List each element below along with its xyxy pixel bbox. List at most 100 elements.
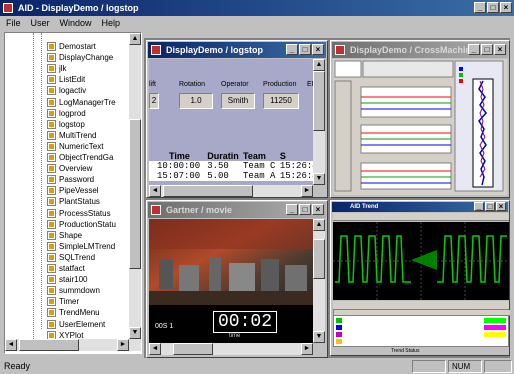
tree-item[interactable]: LogManagerTre xyxy=(47,97,116,108)
tree-item[interactable]: PlantStatus xyxy=(47,196,100,207)
tree-item[interactable]: summdown xyxy=(47,285,100,296)
status-num: NUM xyxy=(448,360,482,373)
scroll-up-icon[interactable]: ▲ xyxy=(313,59,325,71)
minimize-icon[interactable]: _ xyxy=(286,204,298,215)
tree-item[interactable]: NumericText xyxy=(47,141,103,152)
trend-plot[interactable] xyxy=(333,222,509,300)
scroll-right-icon[interactable]: ► xyxy=(301,343,313,355)
tree-item[interactable]: SQLTrend xyxy=(47,252,95,263)
display-file-icon xyxy=(47,75,56,85)
tree-item[interactable]: ProcessStatus xyxy=(47,208,111,219)
tree-item[interactable]: UserElement xyxy=(47,319,105,330)
logstop-vscrollbar[interactable]: ▲ ▼ xyxy=(313,59,325,185)
close-icon[interactable]: × xyxy=(496,202,506,211)
tree-item[interactable]: Overview xyxy=(47,163,92,174)
display-tree[interactable]: Demostart DisplayChange jlk ListEdit logacti… xyxy=(4,32,142,354)
table-cell: 10:00:00 xyxy=(157,161,201,171)
scroll-up-icon[interactable]: ▲ xyxy=(313,219,325,231)
minimize-icon[interactable]: _ xyxy=(474,202,484,211)
maximize-icon[interactable]: □ xyxy=(299,204,311,215)
tree-item[interactable]: MultiTrend xyxy=(47,130,97,141)
movie-title-bar[interactable]: Gartner / movie _ □ × xyxy=(148,202,326,218)
tree-item[interactable]: ListEdit xyxy=(47,74,85,85)
trend-title-bar[interactable]: AID Trend _ □ × xyxy=(332,202,508,212)
movie-window[interactable]: Gartner / movie _ □ × 00S 1 00:02 time ▲… xyxy=(146,200,328,358)
tree-item[interactable]: jlk xyxy=(47,63,67,74)
scroll-left-icon[interactable]: ◄ xyxy=(5,339,17,351)
menu-user[interactable]: User xyxy=(31,16,50,30)
scroll-thumb[interactable] xyxy=(173,343,213,355)
crossmachine-client xyxy=(333,59,507,195)
menu-file[interactable]: File xyxy=(6,16,21,30)
movie-hscrollbar[interactable]: ◄ ► xyxy=(149,343,313,355)
scroll-down-icon[interactable]: ▼ xyxy=(313,173,325,185)
tree-item-label: SQLTrend xyxy=(59,252,96,262)
scroll-left-icon[interactable]: ◄ xyxy=(149,343,161,355)
trend-legend-table[interactable] xyxy=(333,309,510,347)
tree-item[interactable]: Demostart xyxy=(47,41,96,52)
tree-item[interactable]: Shape xyxy=(47,230,82,241)
tree-item-label: stair100 xyxy=(59,275,88,285)
maximize-icon[interactable]: □ xyxy=(481,44,493,55)
minimize-icon[interactable]: _ xyxy=(474,2,486,13)
logstop-title-bar[interactable]: DisplayDemo / logstop _ □ × xyxy=(148,42,326,58)
tree-item[interactable]: PipeVessel xyxy=(47,185,99,196)
maximize-icon[interactable]: □ xyxy=(299,44,311,55)
scroll-thumb[interactable] xyxy=(313,71,325,131)
tree-item[interactable]: DisplayChange xyxy=(47,52,113,63)
tree-hscrollbar[interactable]: ◄ ► xyxy=(5,339,141,351)
close-icon[interactable]: × xyxy=(500,2,512,13)
table-row[interactable]: 15:07:00 5.00 Team A 15:26:42 xyxy=(149,171,313,181)
tree-item-label: Shape xyxy=(59,230,83,240)
logstop-title: DisplayDemo / logstop xyxy=(166,45,264,55)
logstop-hscrollbar[interactable]: ◄ ► xyxy=(149,185,313,197)
scroll-thumb[interactable] xyxy=(163,185,253,197)
scroll-thumb[interactable] xyxy=(19,339,79,351)
tree-item[interactable]: ProductionStatu xyxy=(47,219,116,230)
tree-item[interactable]: stair100 xyxy=(47,274,87,285)
display-file-icon xyxy=(47,53,56,63)
scroll-thumb[interactable] xyxy=(313,239,325,279)
close-icon[interactable]: × xyxy=(312,204,324,215)
maximize-icon[interactable]: □ xyxy=(487,2,499,13)
trend-window[interactable]: AID Trend _ □ × Trend Status xyxy=(330,200,510,356)
close-icon[interactable]: × xyxy=(494,44,506,55)
display-file-icon xyxy=(47,275,56,285)
minimize-icon[interactable]: _ xyxy=(286,44,298,55)
tree-item[interactable]: TrendMenu xyxy=(47,307,100,318)
status-panel xyxy=(484,360,512,373)
menu-window[interactable]: Window xyxy=(60,16,92,30)
minimize-icon[interactable]: _ xyxy=(468,44,480,55)
scroll-right-icon[interactable]: ► xyxy=(301,185,313,197)
trend-toolbar[interactable] xyxy=(333,213,509,221)
tree-item[interactable]: ObjectTrendGa xyxy=(47,152,113,163)
scroll-down-icon[interactable]: ▼ xyxy=(313,331,325,343)
tree-vscrollbar[interactable]: ▲ ▼ xyxy=(129,33,141,339)
tree-item-label: Timer xyxy=(59,297,80,307)
display-file-icon xyxy=(47,297,56,307)
scroll-down-icon[interactable]: ▼ xyxy=(129,327,141,339)
crossmachine-title-bar[interactable]: DisplayDemo / CrossMachine _ □ × xyxy=(332,42,508,58)
tree-item[interactable]: statfact xyxy=(47,263,85,274)
partial-field: 2 xyxy=(149,93,159,109)
table-cell: 15:07:00 xyxy=(157,171,201,181)
tree-item[interactable]: logstop xyxy=(47,119,85,130)
table-row[interactable]: 10:00:00 3.50 Team C 15:26:42 xyxy=(149,161,313,171)
scroll-right-icon[interactable]: ► xyxy=(117,339,129,351)
tree-item[interactable]: Timer xyxy=(47,296,79,307)
tree-item[interactable]: logprod xyxy=(47,108,86,119)
movie-vscrollbar[interactable]: ▲ ▼ xyxy=(313,219,325,343)
scroll-left-icon[interactable]: ◄ xyxy=(149,185,161,197)
app-title-bar[interactable]: AID - DisplayDemo / logstop _ □ × xyxy=(0,0,514,16)
scroll-thumb[interactable] xyxy=(129,119,141,269)
menu-help[interactable]: Help xyxy=(102,16,121,30)
maximize-icon[interactable]: □ xyxy=(485,202,495,211)
tree-item-label: DisplayChange xyxy=(59,53,114,63)
crossmachine-window[interactable]: DisplayDemo / CrossMachine _ □ × xyxy=(330,40,510,198)
scroll-up-icon[interactable]: ▲ xyxy=(129,33,141,45)
logstop-window[interactable]: DisplayDemo / logstop _ □ × lift Rotatio… xyxy=(146,40,328,198)
tree-item[interactable]: SimpleLMTrend xyxy=(47,241,115,252)
tree-item[interactable]: Password xyxy=(47,174,94,185)
close-icon[interactable]: × xyxy=(312,44,324,55)
tree-item[interactable]: logactiv xyxy=(47,85,86,96)
